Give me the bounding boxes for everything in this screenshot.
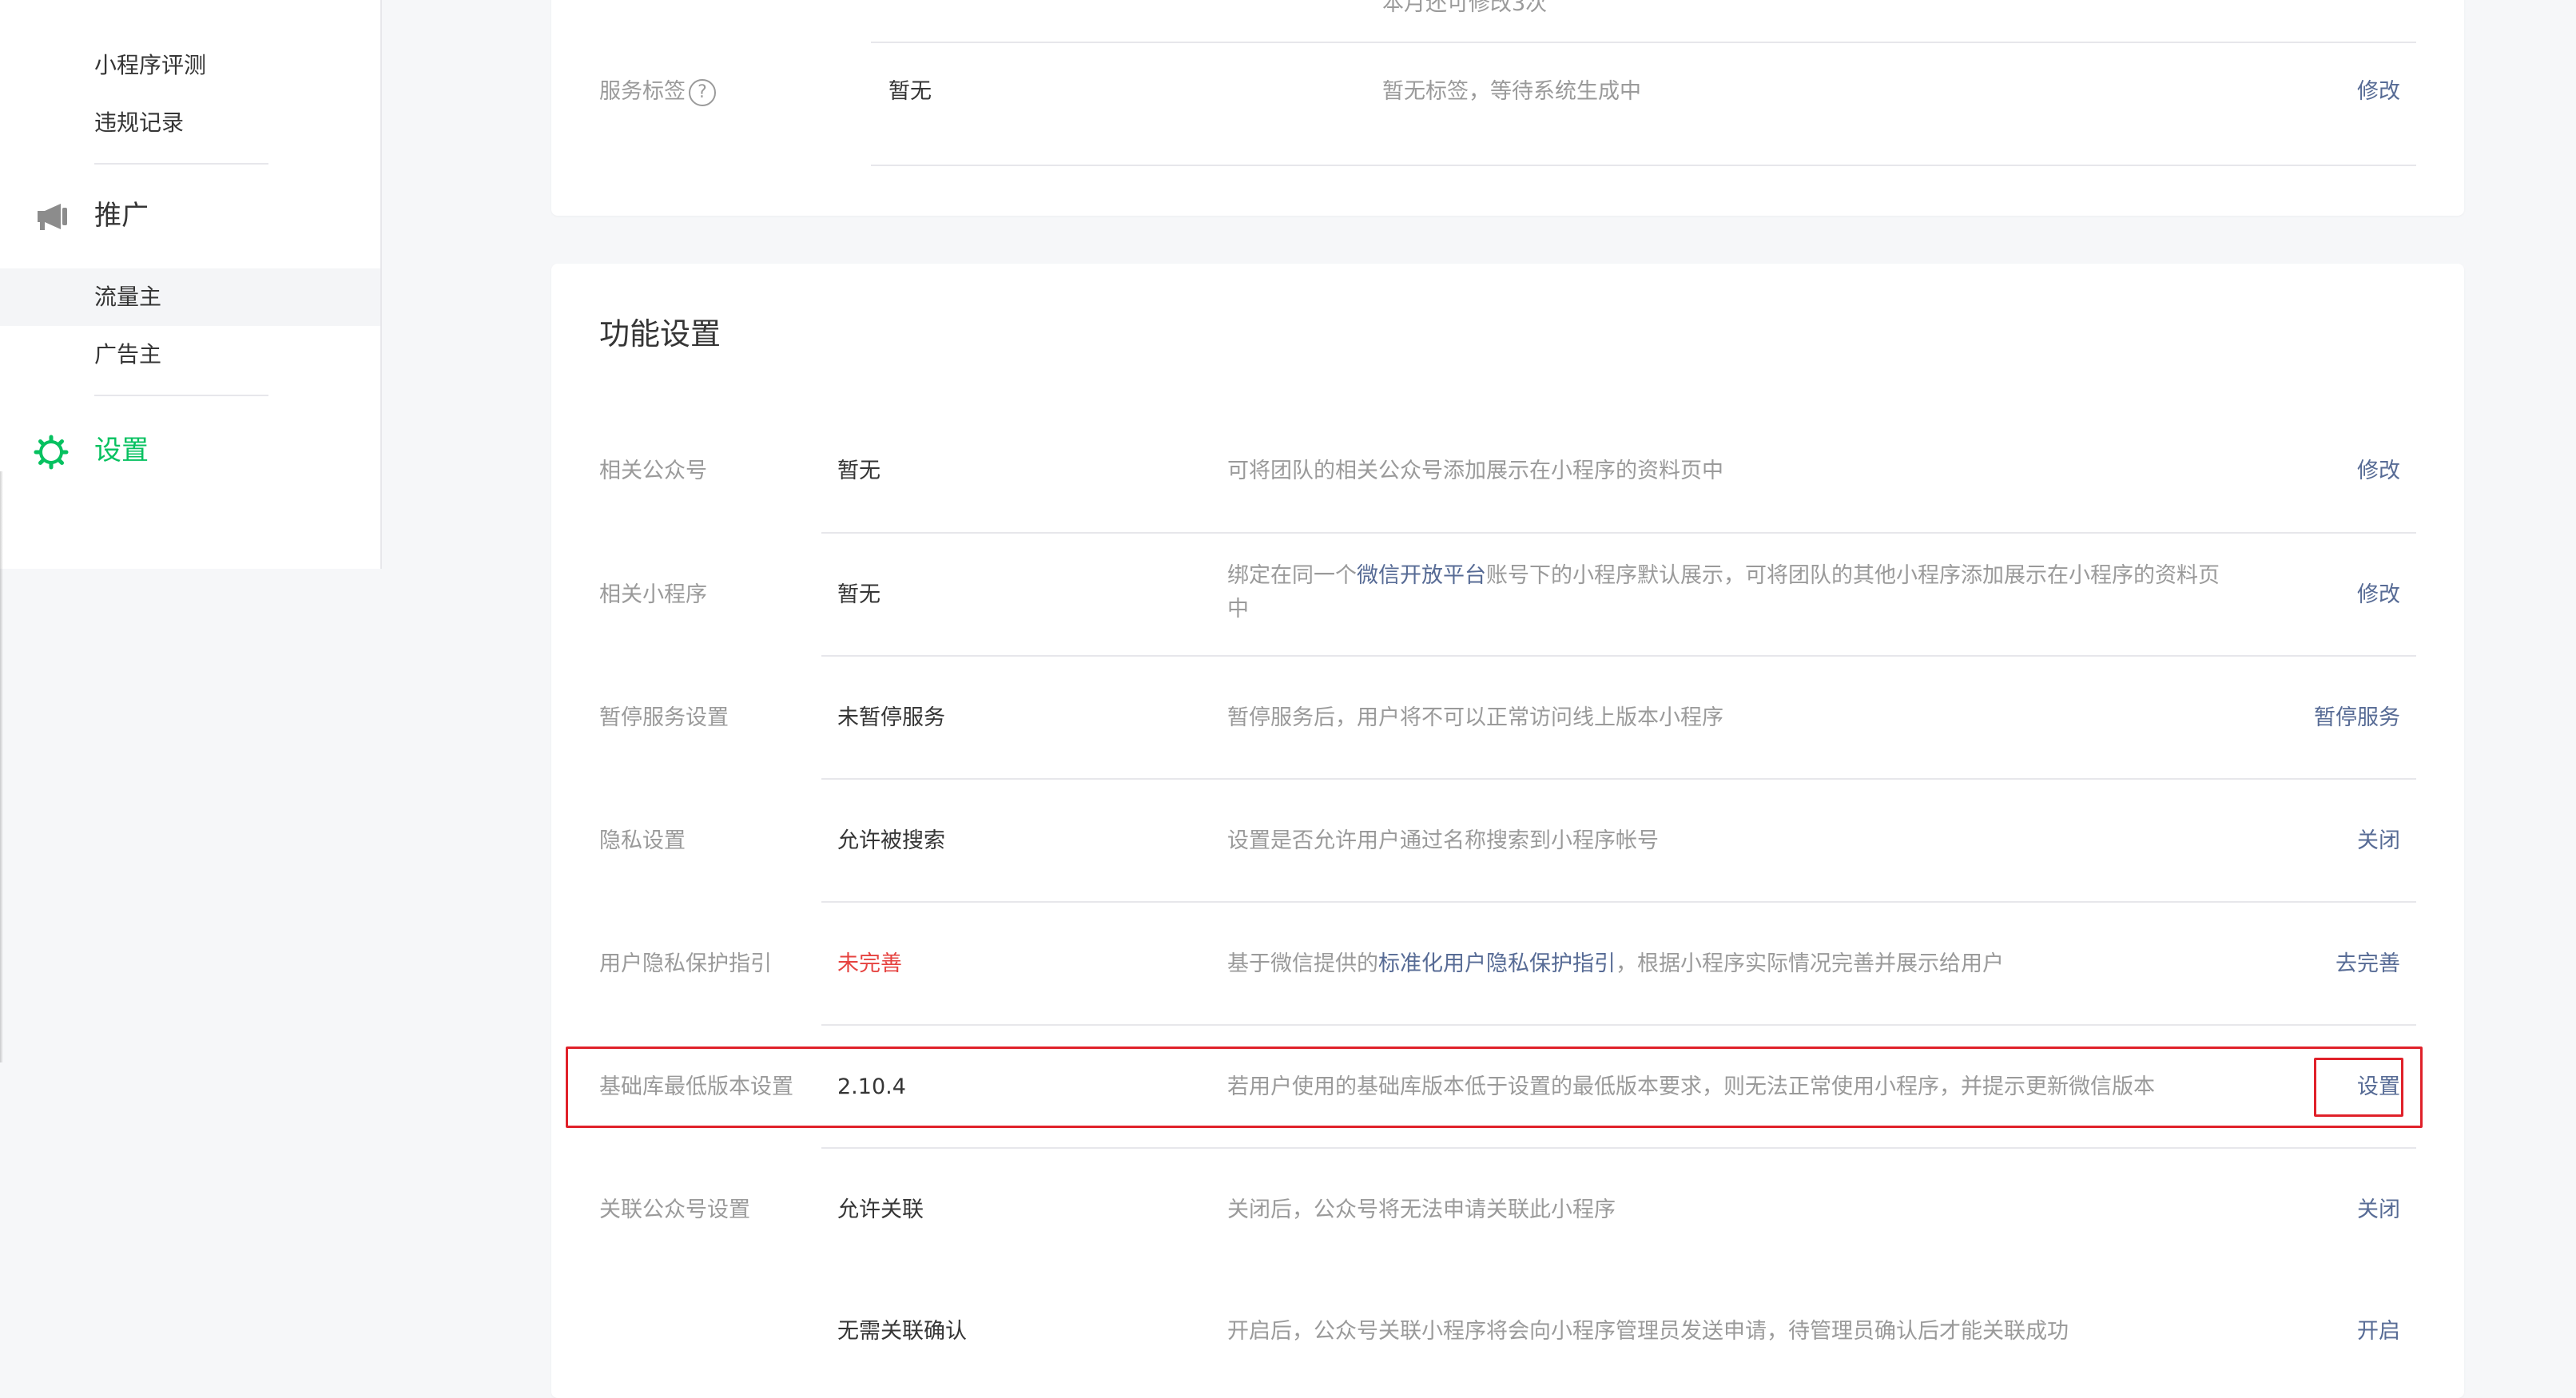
help-icon[interactable]: ? <box>689 78 716 106</box>
service-tag-modify-link[interactable]: 修改 <box>2320 78 2400 105</box>
row-divider <box>821 778 2416 780</box>
row-desc-link-confirmation: 开启后，公众号关联小程序将会向小程序管理员发送申请，待管理员确认后才能关联成功 <box>1227 1319 2069 1344</box>
row-divider <box>821 901 2416 903</box>
sidebar-group-promotion[interactable]: 推广 <box>94 200 149 232</box>
sidebar-divider <box>94 395 268 396</box>
row-desc-privacy-guide: 基于微信提供的标准化用户隐私保护指引，根据小程序实际情况完善并展示给用户 <box>1227 947 2226 981</box>
row-value-related-mini-program: 暂无 <box>837 582 881 607</box>
row-desc-link-official-account: 关闭后，公众号将无法申请关联此小程序 <box>1227 1197 1616 1222</box>
row-desc-privacy-settings: 设置是否允许用户通过名称搜索到小程序帐号 <box>1227 828 1659 853</box>
feature-settings-card: 功能设置 相关公众号 暂无 可将团队的相关公众号添加展示在小程序的资料页中 修改… <box>551 264 2464 1398</box>
row-divider <box>871 42 2416 43</box>
row-desc-pause-service: 暂停服务后，用户将不可以正常访问线上版本小程序 <box>1227 705 1723 730</box>
row-value-link-official-account: 允许关联 <box>837 1197 924 1222</box>
desc-text: 基于微信提供的 <box>1227 951 1378 976</box>
sidebar: 小程序评测 违规记录 推广 流量主 广告主 设置 <box>0 0 382 569</box>
sidebar-item-traffic-owner[interactable]: 流量主 <box>94 283 161 312</box>
row-divider <box>821 1024 2416 1026</box>
service-tag-label: 服务标签? <box>599 78 716 106</box>
service-tag-label-text: 服务标签 <box>599 79 686 104</box>
row-desc-related-mini-program: 绑定在同一个微信开放平台账号下的小程序默认展示，可将团队的其他小程序添加展示在小… <box>1227 559 2226 626</box>
row-value-pause-service: 未暂停服务 <box>837 705 945 730</box>
window-edge-shadow <box>0 471 3 1062</box>
desc-text: 绑定在同一个 <box>1227 563 1357 588</box>
row-divider <box>821 532 2416 534</box>
close-link-official-account-link[interactable]: 关闭 <box>2272 1197 2400 1224</box>
modify-related-mini-program-link[interactable]: 修改 <box>2272 582 2400 609</box>
row-value-link-confirmation: 无需关联确认 <box>837 1319 967 1344</box>
sidebar-item-mini-program-review[interactable]: 小程序评测 <box>94 51 206 80</box>
modify-remaining-note: 本月还可修改3次 <box>1382 0 1548 16</box>
wechat-open-platform-link[interactable]: 微信开放平台 <box>1357 563 1486 588</box>
row-label-related-mini-program: 相关小程序 <box>599 582 707 607</box>
enable-link-confirmation-link[interactable]: 开启 <box>2272 1318 2400 1345</box>
service-tag-value: 暂无 <box>888 79 932 104</box>
sidebar-item-violation-records[interactable]: 违规记录 <box>94 109 184 137</box>
row-divider <box>821 655 2416 657</box>
complete-privacy-guide-link[interactable]: 去完善 <box>2256 951 2400 978</box>
basic-info-card: 本月还可修改3次 服务标签? 暂无 暂无标签，等待系统生成中 修改 <box>551 0 2464 216</box>
row-value-privacy-guide: 未完善 <box>837 951 902 976</box>
sidebar-active-highlight <box>0 268 380 326</box>
card-title: 功能设置 <box>599 316 722 351</box>
row-desc-related-official-account: 可将团队的相关公众号添加展示在小程序的资料页中 <box>1227 459 1723 483</box>
desc-text: ，根据小程序实际情况完善并展示给用户 <box>1616 951 2004 976</box>
row-divider <box>871 165 2416 166</box>
privacy-guide-standard-link[interactable]: 标准化用户隐私保护指引 <box>1378 951 1616 976</box>
highlight-box-min-version-row <box>566 1047 2423 1128</box>
row-label-privacy-guide: 用户隐私保护指引 <box>599 951 772 976</box>
row-label-link-official-account: 关联公众号设置 <box>599 1197 750 1222</box>
sidebar-group-settings[interactable]: 设置 <box>94 435 149 467</box>
row-value-privacy-settings: 允许被搜索 <box>837 828 945 853</box>
sidebar-divider <box>94 163 268 165</box>
megaphone-icon <box>38 204 67 230</box>
row-label-related-official-account: 相关公众号 <box>599 459 707 483</box>
service-tag-desc: 暂无标签，等待系统生成中 <box>1382 79 1641 104</box>
gear-icon <box>34 435 69 470</box>
row-label-privacy-settings: 隐私设置 <box>599 828 686 853</box>
highlight-box-set-button <box>2314 1058 2403 1117</box>
pause-service-link[interactable]: 暂停服务 <box>2240 705 2400 732</box>
close-search-link[interactable]: 关闭 <box>2272 828 2400 855</box>
row-value-related-official-account: 暂无 <box>837 459 881 483</box>
row-label-pause-service: 暂停服务设置 <box>599 705 729 730</box>
row-divider <box>821 1147 2416 1149</box>
modify-related-official-account-link[interactable]: 修改 <box>2272 458 2400 485</box>
sidebar-item-advertiser[interactable]: 广告主 <box>94 340 161 369</box>
